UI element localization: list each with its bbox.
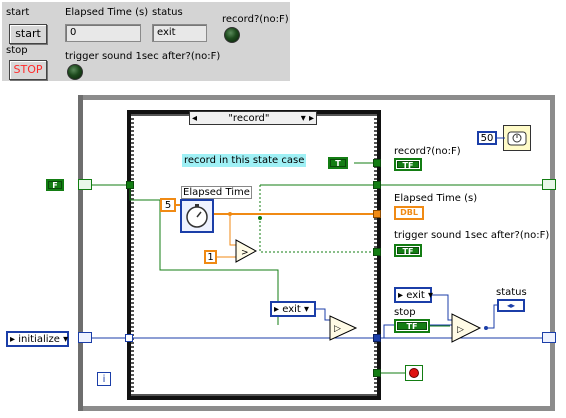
wire-elapsed-compare — [229, 214, 236, 246]
exit-enum-outer-value: exit — [406, 290, 425, 301]
junction-elapsed — [228, 212, 232, 216]
case-tunnel-stop[interactable] — [373, 369, 381, 377]
elapsed-indicator-label: Elapsed Time (s) — [394, 193, 478, 204]
case-tunnel-record[interactable] — [373, 159, 381, 167]
stop-control-type: TF — [397, 322, 427, 331]
case-selector-terminal[interactable] — [125, 334, 133, 342]
trigger-indicator-label: trigger sound 1sec after?(no:F) — [394, 230, 550, 241]
chevron-down-icon[interactable]: ▾ — [428, 290, 433, 301]
iteration-terminal[interactable]: i — [97, 372, 111, 386]
shift-register-right-bool[interactable] — [542, 179, 556, 190]
stop-control[interactable]: TF — [394, 319, 430, 333]
select-node-inner-symbol: ▷ — [334, 324, 341, 334]
shift-register-left-enum[interactable] — [78, 332, 92, 343]
case-tunnel-bool-out[interactable] — [373, 181, 381, 189]
select-node-outer-symbol: ▷ — [457, 325, 464, 335]
case-tunnel-state[interactable] — [373, 334, 381, 342]
comment-label: record in this state case — [182, 154, 307, 167]
loop-condition-terminal[interactable] — [405, 365, 423, 381]
false-constant[interactable]: F — [46, 179, 64, 191]
wire-exit-inner — [316, 308, 330, 321]
enum-arrows-icon: ▸ — [398, 290, 404, 301]
enum-arrows-icon: ▸ — [10, 334, 16, 345]
initialize-enum-constant[interactable]: ▸ initialize ▾ — [6, 331, 69, 347]
wire-layer: > ▷ ▷ — [92, 162, 548, 374]
elapsed-indicator[interactable]: DBL — [394, 206, 424, 220]
wire-trigger-dotted — [259, 185, 375, 253]
exit-enum-inner-value: exit — [282, 304, 301, 315]
stopwatch-icon — [186, 204, 208, 228]
case-tunnel-trigger[interactable] — [373, 248, 381, 256]
greater-or-equal-symbol: > — [241, 248, 249, 258]
record-indicator-type: TF — [397, 161, 419, 170]
exit-enum-inner[interactable]: ▸ exit ▾ — [270, 301, 316, 317]
wait-wire — [497, 137, 505, 139]
stop-control-label: stop — [394, 307, 416, 318]
const-5[interactable]: 5 — [160, 198, 176, 212]
true-constant[interactable]: T — [328, 157, 348, 169]
junction-status — [484, 326, 488, 330]
shift-register-left-bool[interactable] — [78, 179, 92, 190]
true-constant-value: T — [330, 159, 346, 168]
chevron-down-icon[interactable]: ▾ — [63, 334, 68, 345]
record-indicator-label: record?(no:F) — [394, 146, 461, 157]
trigger-indicator[interactable]: TF — [394, 244, 422, 257]
case-tunnel-elapsed[interactable] — [373, 210, 381, 218]
elapsed-express-label: Elapsed Time — [181, 186, 252, 199]
stop-sign-icon — [409, 368, 419, 378]
const-1[interactable]: 1 — [204, 250, 217, 264]
chevron-down-icon[interactable]: ▾ — [304, 304, 309, 315]
enum-arrows-icon: ▸ — [274, 304, 280, 315]
case-tunnel-left-bool[interactable] — [126, 181, 134, 189]
clock-icon — [507, 131, 527, 146]
status-indicator-terminal[interactable]: ◂▸ — [497, 299, 525, 312]
const-50[interactable]: 50 — [477, 131, 497, 145]
trigger-indicator-type: TF — [397, 247, 419, 256]
wire-exit-outer — [430, 294, 452, 321]
wait-ms-timer[interactable] — [503, 125, 531, 151]
junction-boolean — [258, 216, 262, 220]
shift-register-right-enum[interactable] — [542, 332, 556, 343]
initialize-enum-value: initialize — [18, 334, 60, 345]
elapsed-time-express-vi[interactable] — [180, 199, 214, 233]
false-constant-value: F — [48, 181, 62, 190]
record-indicator[interactable]: TF — [394, 158, 422, 171]
exit-enum-outer[interactable]: ▸ exit ▾ — [394, 287, 433, 303]
status-indicator-label: status — [496, 287, 527, 298]
